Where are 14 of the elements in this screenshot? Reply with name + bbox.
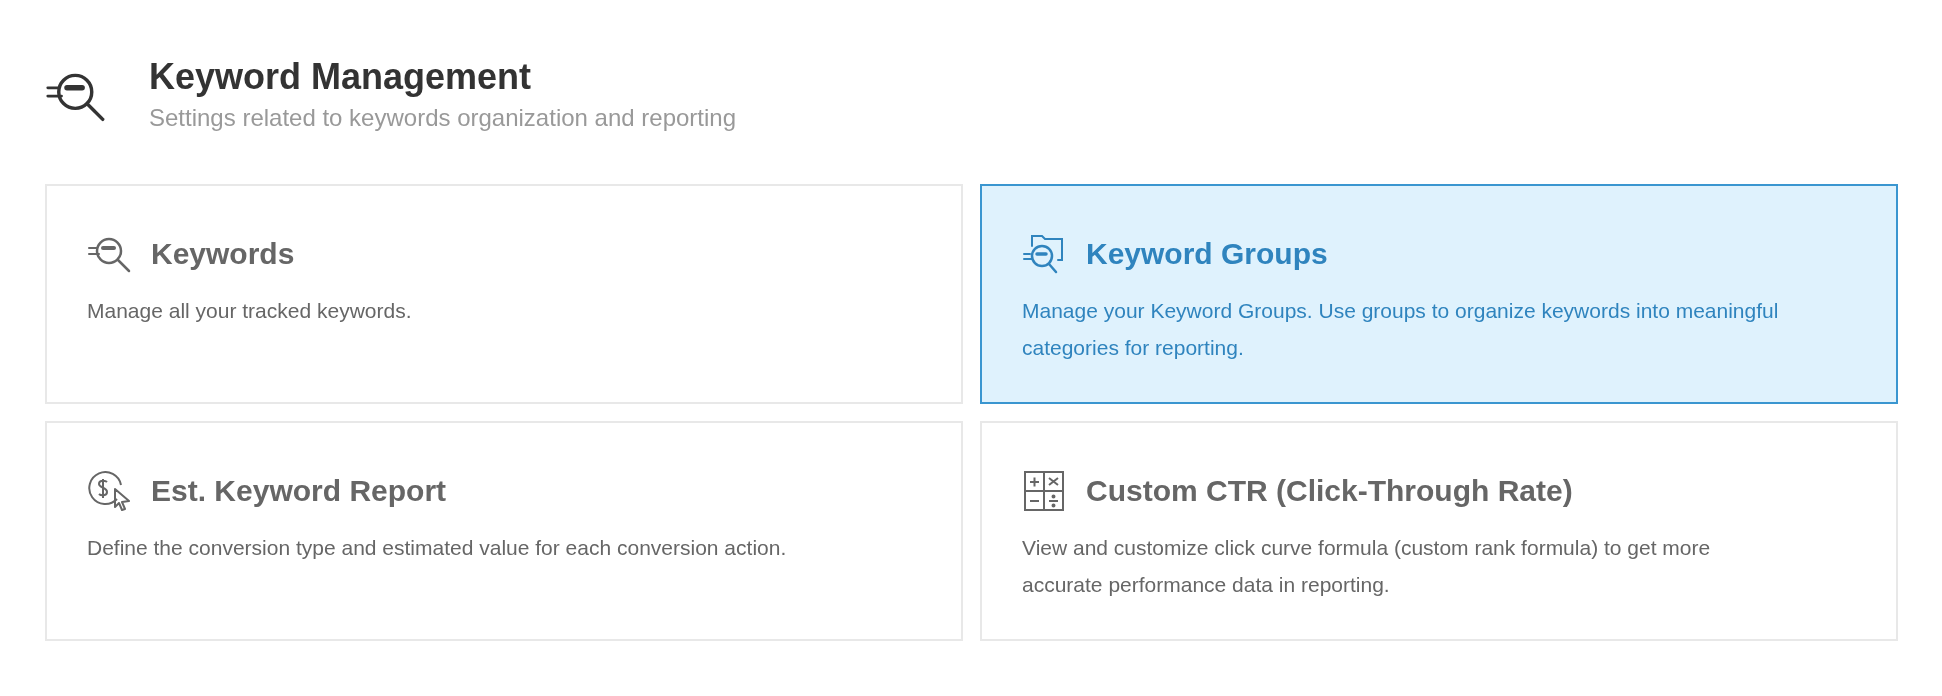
card-title: Keywords bbox=[151, 237, 295, 271]
page-title: Keyword Management bbox=[149, 55, 533, 99]
settings-card[interactable]: Keywords Manage all your tracked keywords. bbox=[45, 184, 963, 404]
settings-card[interactable]: Est. Keyword Report Define the conversion type and estimated value for each conversion action. bbox=[45, 421, 963, 641]
settings-card[interactable]: Keyword Groups Manage your Keyword Groups. Use groups to organize keywords into meaningful categories for reporting. bbox=[980, 184, 1898, 404]
card-description: Manage your Keyword Groups. Use groups to organize keywords into meaningful categories for reporting. bbox=[1022, 298, 1780, 361]
card-description: Define the conversion type and estimated value for each conversion action. bbox=[87, 535, 788, 561]
page-subtitle: Settings related to keywords organization and reporting bbox=[149, 104, 736, 132]
settings-card[interactable]: Custom CTR (Click-Through Rate) View and customize click curve formula (custom rank formula) to get more accurate performance data in reporting. bbox=[980, 421, 1898, 641]
card-title: Keyword Groups bbox=[1086, 237, 1328, 271]
card-description: View and customize click curve formula (custom rank formula) to get more accurate performance data in reporting. bbox=[1022, 535, 1712, 598]
card-title: Est. Keyword Report bbox=[151, 474, 447, 508]
card-title: Custom CTR (Click-Through Rate) bbox=[1086, 474, 1573, 508]
card-description: Manage all your tracked keywords. bbox=[87, 298, 413, 324]
